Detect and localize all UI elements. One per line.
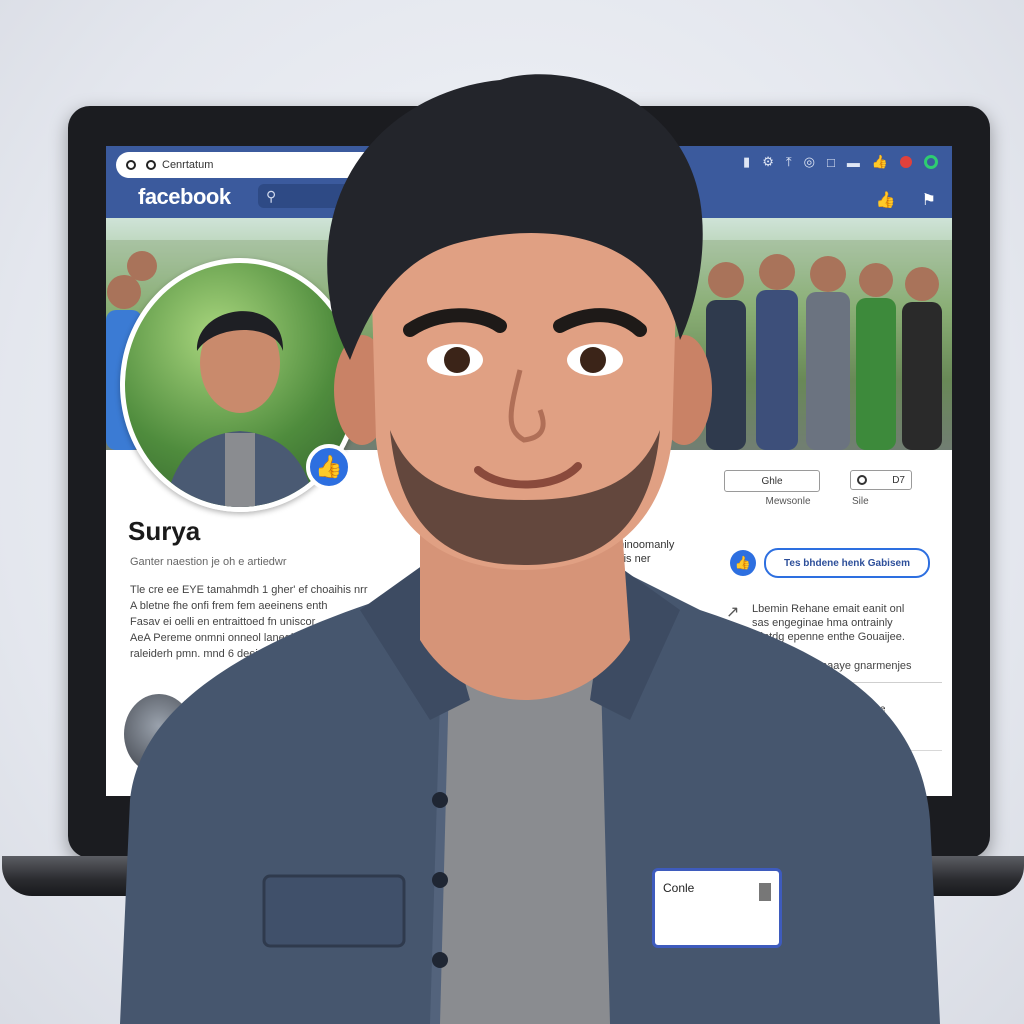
person-illustration xyxy=(120,74,940,1024)
name-tag: Conle xyxy=(652,868,782,948)
name-tag-text: Conle xyxy=(663,881,695,895)
name-tag-chip xyxy=(759,883,771,901)
